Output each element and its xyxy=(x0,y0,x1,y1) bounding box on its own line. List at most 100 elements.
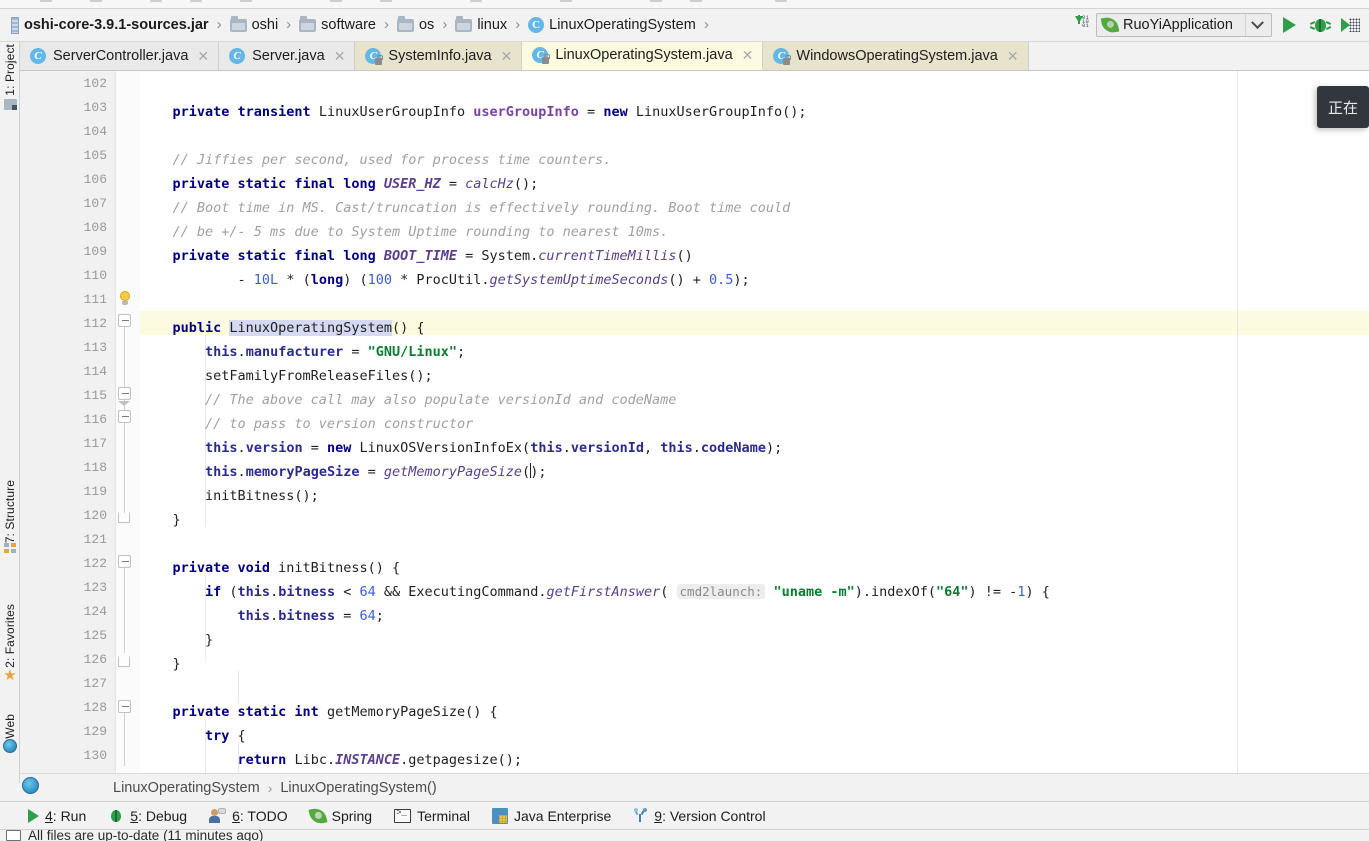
editor-tab-bar: C ServerController.java ✕ C Server.java … xyxy=(20,42,1369,71)
breadcrumb-item-os[interactable]: os xyxy=(394,9,437,42)
close-icon[interactable]: ✕ xyxy=(742,47,754,64)
fold-marker-getmemorypagesize[interactable] xyxy=(118,700,131,713)
toolbar-icon[interactable] xyxy=(240,0,252,2)
breadcrumb-method[interactable]: LinuxOperatingSystem() xyxy=(280,780,436,796)
sidebar-item-project[interactable]: 1: Project xyxy=(0,44,20,110)
close-icon[interactable]: ✕ xyxy=(197,48,209,65)
breadcrumb-class[interactable]: LinuxOperatingSystem xyxy=(113,780,260,796)
idea-window: oshi-core-3.9.1-sources.jar › oshi › sof… xyxy=(0,0,1369,841)
close-icon[interactable]: ✕ xyxy=(501,48,513,65)
toolbar-icon[interactable] xyxy=(90,0,102,2)
line-number: 105 xyxy=(83,148,107,163)
code-line-123: if (this.bitness < 64 && ExecutingComman… xyxy=(140,584,1050,600)
breadcrumb-item-class[interactable]: C LinuxOperatingSystem xyxy=(525,9,699,42)
code-line-112: public LinuxOperatingSystem() { xyxy=(140,320,425,336)
tool-window-version-control[interactable]: 9: Version Control xyxy=(633,808,766,824)
download-dependencies-icon[interactable]: 01 10 01 xyxy=(1071,14,1093,36)
code-content[interactable]: private transient LinuxUserGroupInfo use… xyxy=(140,71,1369,773)
editor-tab-linuxoperatingsystem[interactable]: C LinuxOperatingSystem.java ✕ xyxy=(522,42,764,70)
toolbar-icon[interactable] xyxy=(560,0,572,2)
tool-window-spring[interactable]: Spring xyxy=(308,806,373,825)
toolbar-icon[interactable] xyxy=(775,0,787,2)
folder-icon xyxy=(299,15,317,32)
sidebar-item-web[interactable]: Web xyxy=(0,714,20,756)
play-icon xyxy=(28,808,39,823)
debug-button[interactable] xyxy=(1306,12,1334,38)
sync-status-icon xyxy=(6,830,21,841)
tool-window-java-enterprise[interactable]: Java Enterprise xyxy=(492,807,611,824)
line-number: 108 xyxy=(83,220,107,235)
editor-gutter[interactable]: 102 103 104 105 106 107 108 109 110 111 … xyxy=(20,71,116,773)
toolbar-icon[interactable] xyxy=(150,0,162,2)
chevron-down-icon[interactable] xyxy=(1245,14,1269,36)
editor-breadcrumb: LinuxOperatingSystem › LinuxOperatingSys… xyxy=(20,773,1369,801)
terminal-icon xyxy=(394,808,412,823)
fold-marker-comment-2[interactable] xyxy=(118,410,131,423)
line-number: 107 xyxy=(83,196,107,211)
coverage-button[interactable] xyxy=(1337,12,1365,38)
fold-marker-constructor[interactable] xyxy=(118,314,131,327)
line-number: 123 xyxy=(83,580,107,595)
editor-tab-server[interactable]: C Server.java ✕ xyxy=(219,42,356,70)
inlay-parameter-hint: cmd2launch: xyxy=(676,584,766,599)
fold-marker-initbitness[interactable] xyxy=(118,555,131,568)
toolbar-icon[interactable] xyxy=(190,0,202,2)
line-number: 116 xyxy=(83,412,107,427)
tool-window-run[interactable]: 4: Run xyxy=(28,808,86,824)
breadcrumb-item-linux[interactable]: linux xyxy=(452,9,510,42)
toolbar-icon[interactable] xyxy=(40,0,52,2)
toolbar-icon[interactable] xyxy=(470,0,482,2)
right-margin-line xyxy=(1237,71,1238,773)
breadcrumb-separator: › xyxy=(286,15,292,33)
fold-marker-end-2[interactable] xyxy=(118,657,130,667)
spring-leaf-icon xyxy=(1100,15,1120,35)
code-line-106: private static final long USER_HZ = calc… xyxy=(140,176,539,192)
breadcrumb-item-software[interactable]: software xyxy=(296,9,379,42)
editor-tab-label: ServerController.java xyxy=(53,48,189,64)
fold-marker-end[interactable] xyxy=(118,513,130,523)
line-number: 111 xyxy=(83,292,107,307)
line-number: 125 xyxy=(83,628,107,643)
breadcrumb-item-oshi[interactable]: oshi xyxy=(227,9,282,42)
code-line-120: } xyxy=(140,512,181,528)
toolbar-icon[interactable] xyxy=(650,0,662,2)
code-line-103: private transient LinuxUserGroupInfo use… xyxy=(140,104,807,120)
sidebar-item-favorites[interactable]: 2: Favorites ★ xyxy=(0,604,20,685)
close-icon[interactable]: ✕ xyxy=(1007,48,1019,65)
editor-tab-label: SystemInfo.java xyxy=(388,48,492,64)
navigation-bar: oshi-core-3.9.1-sources.jar › oshi › sof… xyxy=(0,9,1369,42)
todo-icon xyxy=(209,808,227,823)
toolbar-icon[interactable] xyxy=(330,0,342,2)
tool-window-todo[interactable]: 6: TODO xyxy=(209,808,288,824)
editor-tab-label: WindowsOperatingSystem.java xyxy=(796,48,998,64)
intention-bulb-icon[interactable] xyxy=(118,291,132,307)
toolbar-icon[interactable] xyxy=(380,0,392,2)
code-editor[interactable]: 102 103 104 105 106 107 108 109 110 111 … xyxy=(20,71,1369,773)
breadcrumb-label: software xyxy=(321,17,376,33)
breadcrumb-separator: › xyxy=(442,15,448,33)
folder-icon xyxy=(455,15,473,32)
editor-tab-systeminfo[interactable]: C SystemInfo.java ✕ xyxy=(355,42,523,70)
editor-fold-gutter[interactable] xyxy=(116,71,140,773)
tool-window-debug[interactable]: 5: Debug xyxy=(108,808,187,824)
fold-marker-comment[interactable] xyxy=(118,387,131,400)
run-configuration-selector[interactable]: RuoYiApplication xyxy=(1096,13,1272,37)
structure-icon xyxy=(3,543,17,554)
code-line-118: this.memoryPageSize = getMemoryPageSize(… xyxy=(140,463,547,480)
tool-window-label: Spring xyxy=(331,807,373,824)
close-icon[interactable]: ✕ xyxy=(334,48,346,65)
line-number: 120 xyxy=(83,508,107,523)
tool-window-mnemonic: 6 xyxy=(232,807,240,824)
run-button[interactable] xyxy=(1275,12,1303,38)
sidebar-item-structure[interactable]: 7: Structure xyxy=(0,480,20,557)
editor-tab-label: LinuxOperatingSystem.java xyxy=(555,47,733,63)
tool-window-terminal[interactable]: Terminal xyxy=(394,808,470,824)
breadcrumb-item-jar[interactable]: oshi-core-3.9.1-sources.jar xyxy=(8,9,212,42)
spring-leaf-icon xyxy=(308,806,328,825)
editor-tab-servercontroller[interactable]: C ServerController.java ✕ xyxy=(20,42,220,70)
editor-tab-windowsoperatingsystem[interactable]: C WindowsOperatingSystem.java ✕ xyxy=(763,42,1029,70)
navbar-actions: 01 10 01 RuoYiApplication xyxy=(1071,12,1369,38)
code-line-114: setFamilyFromReleaseFiles(); xyxy=(140,368,433,384)
breadcrumb-label: os xyxy=(418,17,435,33)
toolbar-icon[interactable] xyxy=(690,0,702,2)
